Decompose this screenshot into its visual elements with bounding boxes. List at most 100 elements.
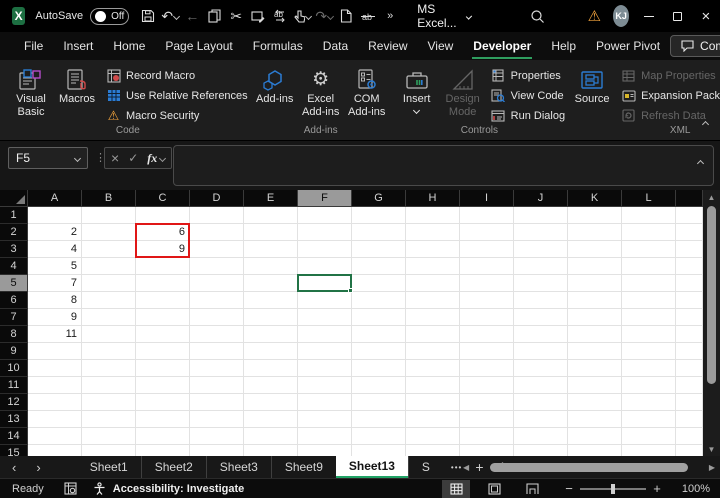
cell-partial-9[interactable] <box>676 343 703 360</box>
cell-i4[interactable] <box>460 258 514 275</box>
cell-i13[interactable] <box>460 411 514 428</box>
properties-button[interactable]: Properties <box>491 68 565 83</box>
cell-b1[interactable] <box>82 207 136 224</box>
column-header-a[interactable]: A <box>28 190 82 207</box>
row-header-14[interactable]: 14 <box>0 428 28 445</box>
zoom-slider[interactable] <box>580 483 646 494</box>
cell-k8[interactable] <box>568 326 622 343</box>
insert-control-button[interactable]: Insert <box>394 65 440 114</box>
cell-g2[interactable] <box>352 224 406 241</box>
vertical-scrollbar[interactable]: ▲ ▼ <box>703 190 720 456</box>
cell-e6[interactable] <box>244 292 298 309</box>
cell-d6[interactable] <box>190 292 244 309</box>
cell-d1[interactable] <box>190 207 244 224</box>
cell-g5[interactable] <box>352 275 406 292</box>
cell-f12[interactable] <box>298 394 352 411</box>
cell-partial-14[interactable] <box>676 428 703 445</box>
cell-b6[interactable] <box>82 292 136 309</box>
cell-l12[interactable] <box>622 394 676 411</box>
cell-k9[interactable] <box>568 343 622 360</box>
row-header-1[interactable]: 1 <box>0 207 28 224</box>
cell-d2[interactable] <box>190 224 244 241</box>
cell-l10[interactable] <box>622 360 676 377</box>
cell-j15[interactable] <box>514 445 568 456</box>
message-edit-icon[interactable] <box>247 4 269 28</box>
cell-g10[interactable] <box>352 360 406 377</box>
cell-c6[interactable] <box>136 292 190 309</box>
source-button[interactable]: Source <box>569 65 615 106</box>
column-header-b[interactable]: B <box>82 190 136 207</box>
macros-button[interactable]: Macros <box>54 65 100 106</box>
menu-tab-help[interactable]: Help <box>541 34 586 58</box>
cell-d8[interactable] <box>190 326 244 343</box>
cell-k3[interactable] <box>568 241 622 258</box>
scroll-down-icon[interactable]: ▼ <box>708 442 716 456</box>
sheet-tab-sheet1[interactable]: Sheet1 <box>77 456 141 478</box>
cell-h1[interactable] <box>406 207 460 224</box>
normal-view-button[interactable] <box>442 479 470 498</box>
more-sheets-button[interactable]: ••• <box>451 463 462 472</box>
cell-i12[interactable] <box>460 394 514 411</box>
cell-c11[interactable] <box>136 377 190 394</box>
cell-d14[interactable] <box>190 428 244 445</box>
cell-f2[interactable] <box>298 224 352 241</box>
cell-f9[interactable] <box>298 343 352 360</box>
column-header-f[interactable]: F <box>298 190 352 207</box>
cell-j3[interactable] <box>514 241 568 258</box>
cell-k12[interactable] <box>568 394 622 411</box>
column-header-l[interactable]: L <box>622 190 676 207</box>
cell-e9[interactable] <box>244 343 298 360</box>
cell-l5[interactable] <box>622 275 676 292</box>
cell-h7[interactable] <box>406 309 460 326</box>
strikethrough-icon[interactable]: ab <box>357 4 379 28</box>
cell-b5[interactable] <box>82 275 136 292</box>
cell-l8[interactable] <box>622 326 676 343</box>
cell-d10[interactable] <box>190 360 244 377</box>
prev-sheet-button[interactable]: ‹ <box>12 460 16 475</box>
cell-f10[interactable] <box>298 360 352 377</box>
menu-tab-view[interactable]: View <box>418 34 464 58</box>
cell-f5[interactable] <box>298 275 352 292</box>
cell-e1[interactable] <box>244 207 298 224</box>
column-header-e[interactable]: E <box>244 190 298 207</box>
vertical-scrollbar-thumb[interactable] <box>707 206 716 384</box>
cell-e5[interactable] <box>244 275 298 292</box>
row-header-13[interactable]: 13 <box>0 411 28 428</box>
menu-tab-page-layout[interactable]: Page Layout <box>155 34 242 58</box>
menu-tab-file[interactable]: File <box>14 34 53 58</box>
cell-partial-3[interactable] <box>676 241 703 258</box>
menu-tab-power-pivot[interactable]: Power Pivot <box>586 34 670 58</box>
cell-c8[interactable] <box>136 326 190 343</box>
menu-tab-review[interactable]: Review <box>358 34 417 58</box>
cell-i6[interactable] <box>460 292 514 309</box>
column-header-d[interactable]: D <box>190 190 244 207</box>
cell-k7[interactable] <box>568 309 622 326</box>
cell-k10[interactable] <box>568 360 622 377</box>
column-header-c[interactable]: C <box>136 190 190 207</box>
expansion-packs-button[interactable]: Expansion Packs <box>621 88 720 103</box>
cell-f13[interactable] <box>298 411 352 428</box>
use-relative-references-button[interactable]: Use Relative References <box>106 88 248 103</box>
enter-button[interactable]: ✓ <box>128 151 138 165</box>
cell-a2[interactable]: 2 <box>28 224 82 241</box>
formula-input[interactable] <box>173 145 714 186</box>
zoom-out-button[interactable]: − <box>560 481 578 496</box>
cell-h6[interactable] <box>406 292 460 309</box>
name-box[interactable]: F5 <box>8 147 88 169</box>
cell-partial-12[interactable] <box>676 394 703 411</box>
cell-l9[interactable] <box>622 343 676 360</box>
cell-b12[interactable] <box>82 394 136 411</box>
row-header-3[interactable]: 3 <box>0 241 28 258</box>
cell-l2[interactable] <box>622 224 676 241</box>
cell-j2[interactable] <box>514 224 568 241</box>
cell-d12[interactable] <box>190 394 244 411</box>
cell-j8[interactable] <box>514 326 568 343</box>
cell-b3[interactable] <box>82 241 136 258</box>
cell-f4[interactable] <box>298 258 352 275</box>
cell-c3[interactable]: 9 <box>136 241 190 258</box>
collapse-formula-bar-button[interactable] <box>696 153 705 171</box>
cell-a15[interactable] <box>28 445 82 456</box>
select-all-button[interactable] <box>0 190 28 207</box>
cell-g4[interactable] <box>352 258 406 275</box>
cell-a11[interactable] <box>28 377 82 394</box>
